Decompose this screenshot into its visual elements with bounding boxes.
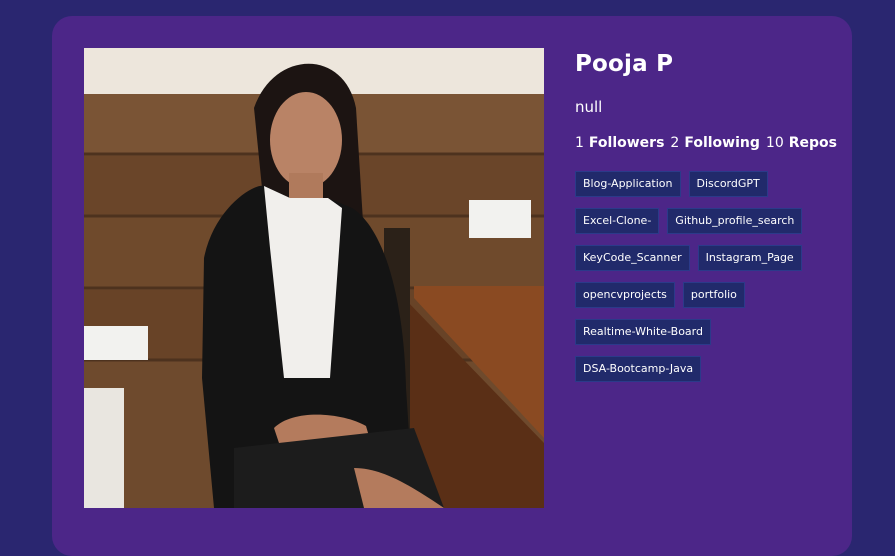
- profile-bio: null: [575, 98, 603, 116]
- followers-stat: 1 Followers: [575, 135, 664, 151]
- repos-label: Repos: [788, 135, 837, 151]
- repo-link[interactable]: Blog-Application: [575, 171, 681, 197]
- repo-link[interactable]: Instagram_Page: [697, 245, 802, 271]
- profile-info: Pooja P null 1 Followers 2 Following 10 …: [575, 48, 845, 382]
- avatar: [84, 48, 544, 508]
- repo-link[interactable]: portfolio: [682, 282, 745, 308]
- profile-card: Pooja P null 1 Followers 2 Following 10 …: [52, 16, 852, 556]
- repo-link[interactable]: DiscordGPT: [688, 171, 768, 197]
- profile-name: Pooja P: [575, 51, 674, 77]
- repo-list: Blog-Application DiscordGPT Excel-Clone-…: [575, 171, 815, 382]
- followers-count: 1: [575, 135, 584, 151]
- following-label: Following: [684, 135, 760, 151]
- repo-link[interactable]: Realtime-White-Board: [575, 319, 711, 345]
- repos-stat: 10 Repos: [766, 135, 837, 151]
- repo-link[interactable]: Github_profile_search: [667, 208, 803, 234]
- repo-link[interactable]: KeyCode_Scanner: [575, 245, 690, 271]
- profile-stats: 1 Followers 2 Following 10 Repos: [575, 135, 845, 151]
- following-count: 2: [670, 135, 680, 151]
- following-stat: 2 Following: [670, 135, 759, 151]
- repo-link[interactable]: Excel-Clone-: [575, 208, 660, 234]
- followers-label: Followers: [588, 135, 665, 151]
- repos-count: 10: [765, 135, 784, 151]
- repo-link[interactable]: DSA-Bootcamp-Java: [575, 356, 702, 382]
- repo-link[interactable]: opencvprojects: [575, 282, 675, 308]
